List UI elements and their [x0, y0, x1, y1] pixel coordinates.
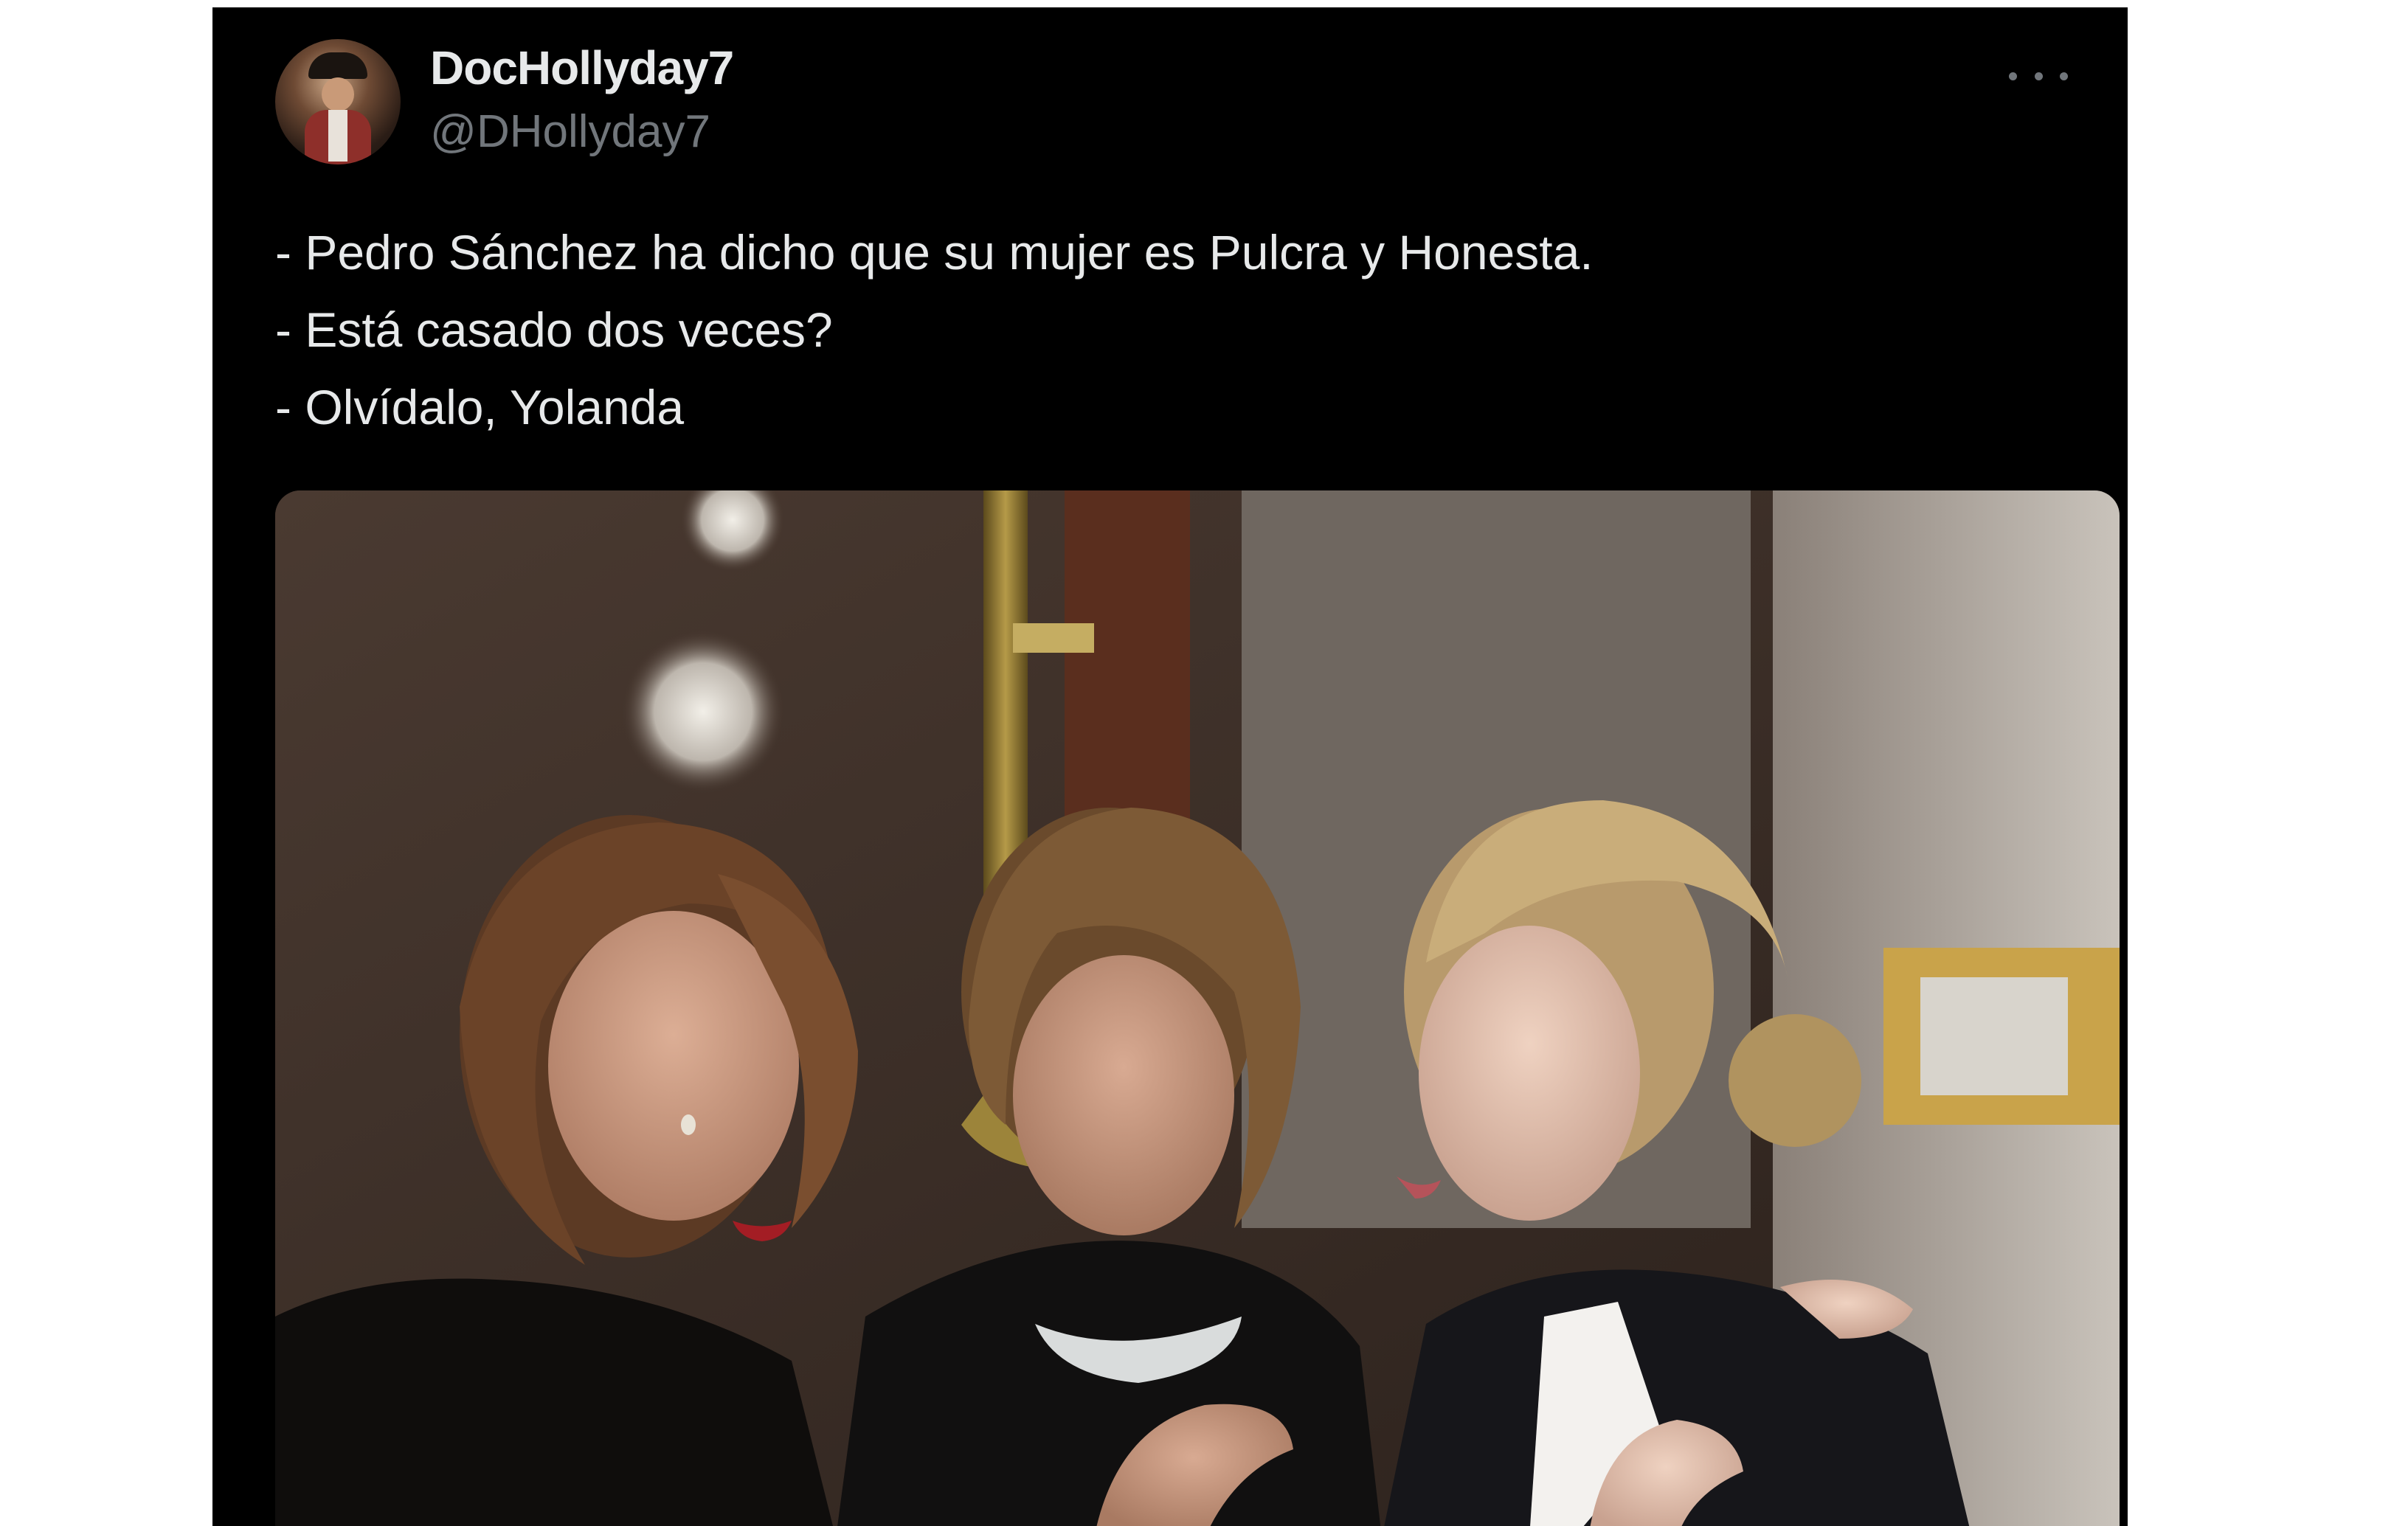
avatar-hat	[308, 52, 367, 79]
user-avatar[interactable]	[275, 39, 401, 164]
more-dot	[2009, 72, 2017, 80]
avatar-shirt	[328, 110, 347, 162]
tweet-text: - Pedro Sánchez ha dicho que su mujer es…	[275, 214, 2046, 446]
more-dot	[2034, 72, 2043, 80]
tweet-text-line: - Está casado dos veces?	[275, 302, 833, 357]
author-display-name[interactable]: DocHollyday7	[430, 41, 734, 95]
tweet-header: DocHollyday7 @DHollyday7	[275, 33, 2068, 173]
avatar-face	[322, 77, 354, 111]
tweet-text-line: - Olvídalo, Yolanda	[275, 380, 685, 434]
more-dot	[2060, 72, 2068, 80]
tweet-photo[interactable]	[275, 490, 2120, 1526]
tweet-card: DocHollyday7 @DHollyday7 - Pedro Sánchez…	[212, 7, 2128, 1526]
tweet-text-line: - Pedro Sánchez ha dicho que su mujer es…	[275, 225, 1594, 280]
photo-three-women	[275, 490, 2120, 1526]
more-horizontal-icon[interactable]	[2009, 61, 2068, 91]
author-handle[interactable]: @DHollyday7	[430, 105, 710, 158]
